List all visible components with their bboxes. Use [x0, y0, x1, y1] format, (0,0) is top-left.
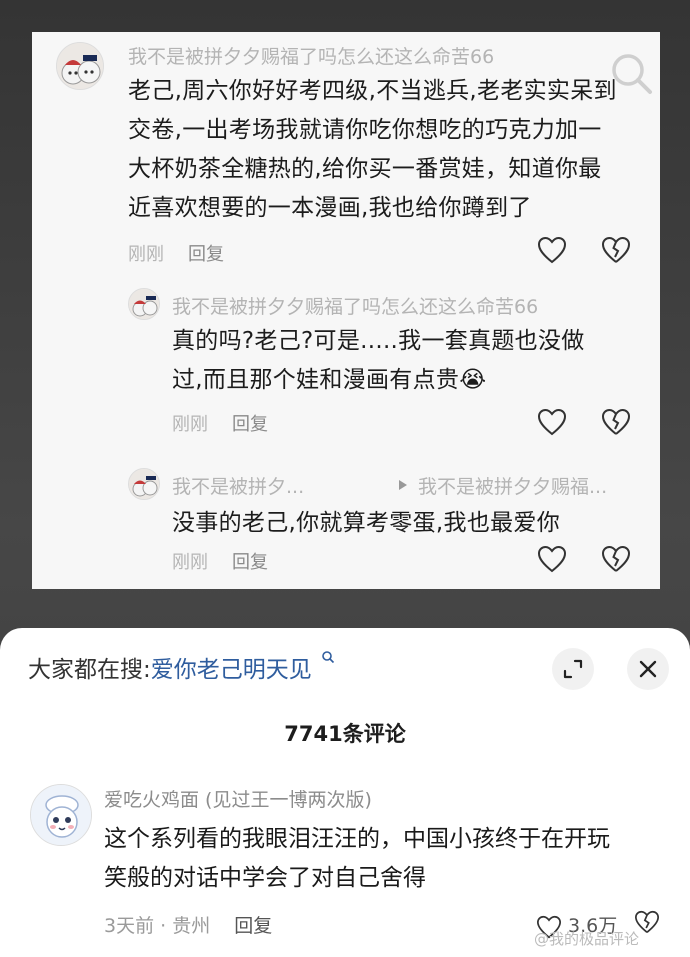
heart-icon[interactable] — [537, 408, 567, 436]
comment-time: 刚刚 — [172, 552, 208, 573]
top-comment-username[interactable]: 爱吃火鸡面 (见过王一博两次版) — [104, 785, 372, 812]
embedded-comment-screenshot: 我不是被拼夕夕赐福了吗怎么还这么命苦66 老己,周六你好好考四级,不当逃兵,老老… — [32, 32, 660, 589]
trending-search-label: 大家都在搜: — [28, 657, 151, 683]
comment-text: 真的吗?老己?可是.....我一套真题也没做 过,而且那个娃和漫画有点贵😭 — [172, 322, 632, 400]
comment-time-location: 3天前 · 贵州 — [104, 915, 211, 937]
top-comment-meta: 3天前 · 贵州 回复 — [104, 911, 272, 938]
reply-button[interactable]: 回复 — [234, 915, 272, 937]
comment-username[interactable]: 我不是被拼夕夕赐福了吗怎么还这么命苦66 — [128, 42, 494, 69]
comment-line: 过,而且那个娃和漫画有点贵😭 — [172, 367, 487, 393]
comment-sheet: 大家都在搜:爱你老己明天见 7741条评论 爱吃火鸡面 (见过王一博两次版) 这… — [0, 628, 690, 957]
close-button[interactable] — [627, 648, 669, 690]
avatar[interactable] — [128, 288, 160, 320]
avatar[interactable] — [30, 784, 92, 846]
reply-username[interactable]: 我不是被拼夕夕赐福了吗怎么还这么命苦66 — [172, 292, 538, 319]
play-arrow-icon — [399, 480, 407, 490]
trending-search[interactable]: 大家都在搜:爱你老己明天见 — [28, 650, 335, 684]
reply-button[interactable]: 回复 — [188, 244, 224, 265]
comment-line: 真的吗?老己?可是.....我一套真题也没做 — [172, 328, 585, 354]
watermark: @我的极品评论 — [534, 930, 640, 948]
comment-count: 7741条评论 — [284, 722, 406, 746]
comment-line: 老己,周六你好好考四级,不当逃兵,老老实实呆到 — [128, 78, 617, 104]
reply-username[interactable]: 我不是被拼夕... — [172, 472, 304, 499]
comment-text: 没事的老己,你就算考零蛋,我也最爱你 — [172, 504, 632, 543]
search-icon[interactable] — [606, 48, 658, 100]
comment-line: 近喜欢想要的一本漫画,我也给你蹲到了 — [128, 195, 532, 221]
comment-line: 没事的老己,你就算考零蛋,我也最爱你 — [172, 510, 561, 536]
comment-line: 这个系列看的我眼泪汪汪的，中国小孩终于在开玩 — [104, 826, 610, 852]
expand-button[interactable] — [552, 648, 594, 690]
avatar[interactable] — [56, 42, 104, 90]
avatar[interactable] — [128, 468, 160, 500]
search-icon — [322, 651, 335, 664]
comment-line: 笑般的对话中学会了对自己舍得 — [104, 865, 426, 891]
heart-icon[interactable] — [537, 545, 567, 573]
trending-search-keyword[interactable]: 爱你老己明天见 — [151, 657, 312, 683]
comment-line: 交卷,一出考场我就请你吃你想吃的巧克力加一 — [128, 117, 602, 143]
top-comment-text: 这个系列看的我眼泪汪汪的，中国小孩终于在开玩 笑般的对话中学会了对自己舍得 — [104, 820, 674, 898]
broken-heart-icon[interactable] — [601, 236, 631, 264]
comment-meta: 刚刚 回复 — [172, 548, 268, 574]
broken-heart-icon[interactable] — [601, 545, 631, 573]
broken-heart-icon[interactable] — [601, 408, 631, 436]
heart-icon[interactable] — [537, 236, 567, 264]
expand-icon — [563, 659, 583, 679]
reply-button[interactable]: 回复 — [232, 552, 268, 573]
close-icon — [639, 660, 657, 678]
comment-time: 刚刚 — [128, 244, 164, 265]
comment-meta: 刚刚 回复 — [128, 240, 224, 266]
comment-line: 大杯奶茶全糖热的,给你买一番赏娃，知道你最 — [128, 156, 602, 182]
comment-text: 老己,周六你好好考四级,不当逃兵,老老实实呆到 交卷,一出考场我就请你吃你想吃的… — [128, 72, 638, 228]
reply-to-username[interactable]: 我不是被拼夕夕赐福... — [418, 472, 607, 499]
comment-time: 刚刚 — [172, 414, 208, 435]
comment-meta: 刚刚 回复 — [172, 410, 268, 436]
reply-button[interactable]: 回复 — [232, 414, 268, 435]
